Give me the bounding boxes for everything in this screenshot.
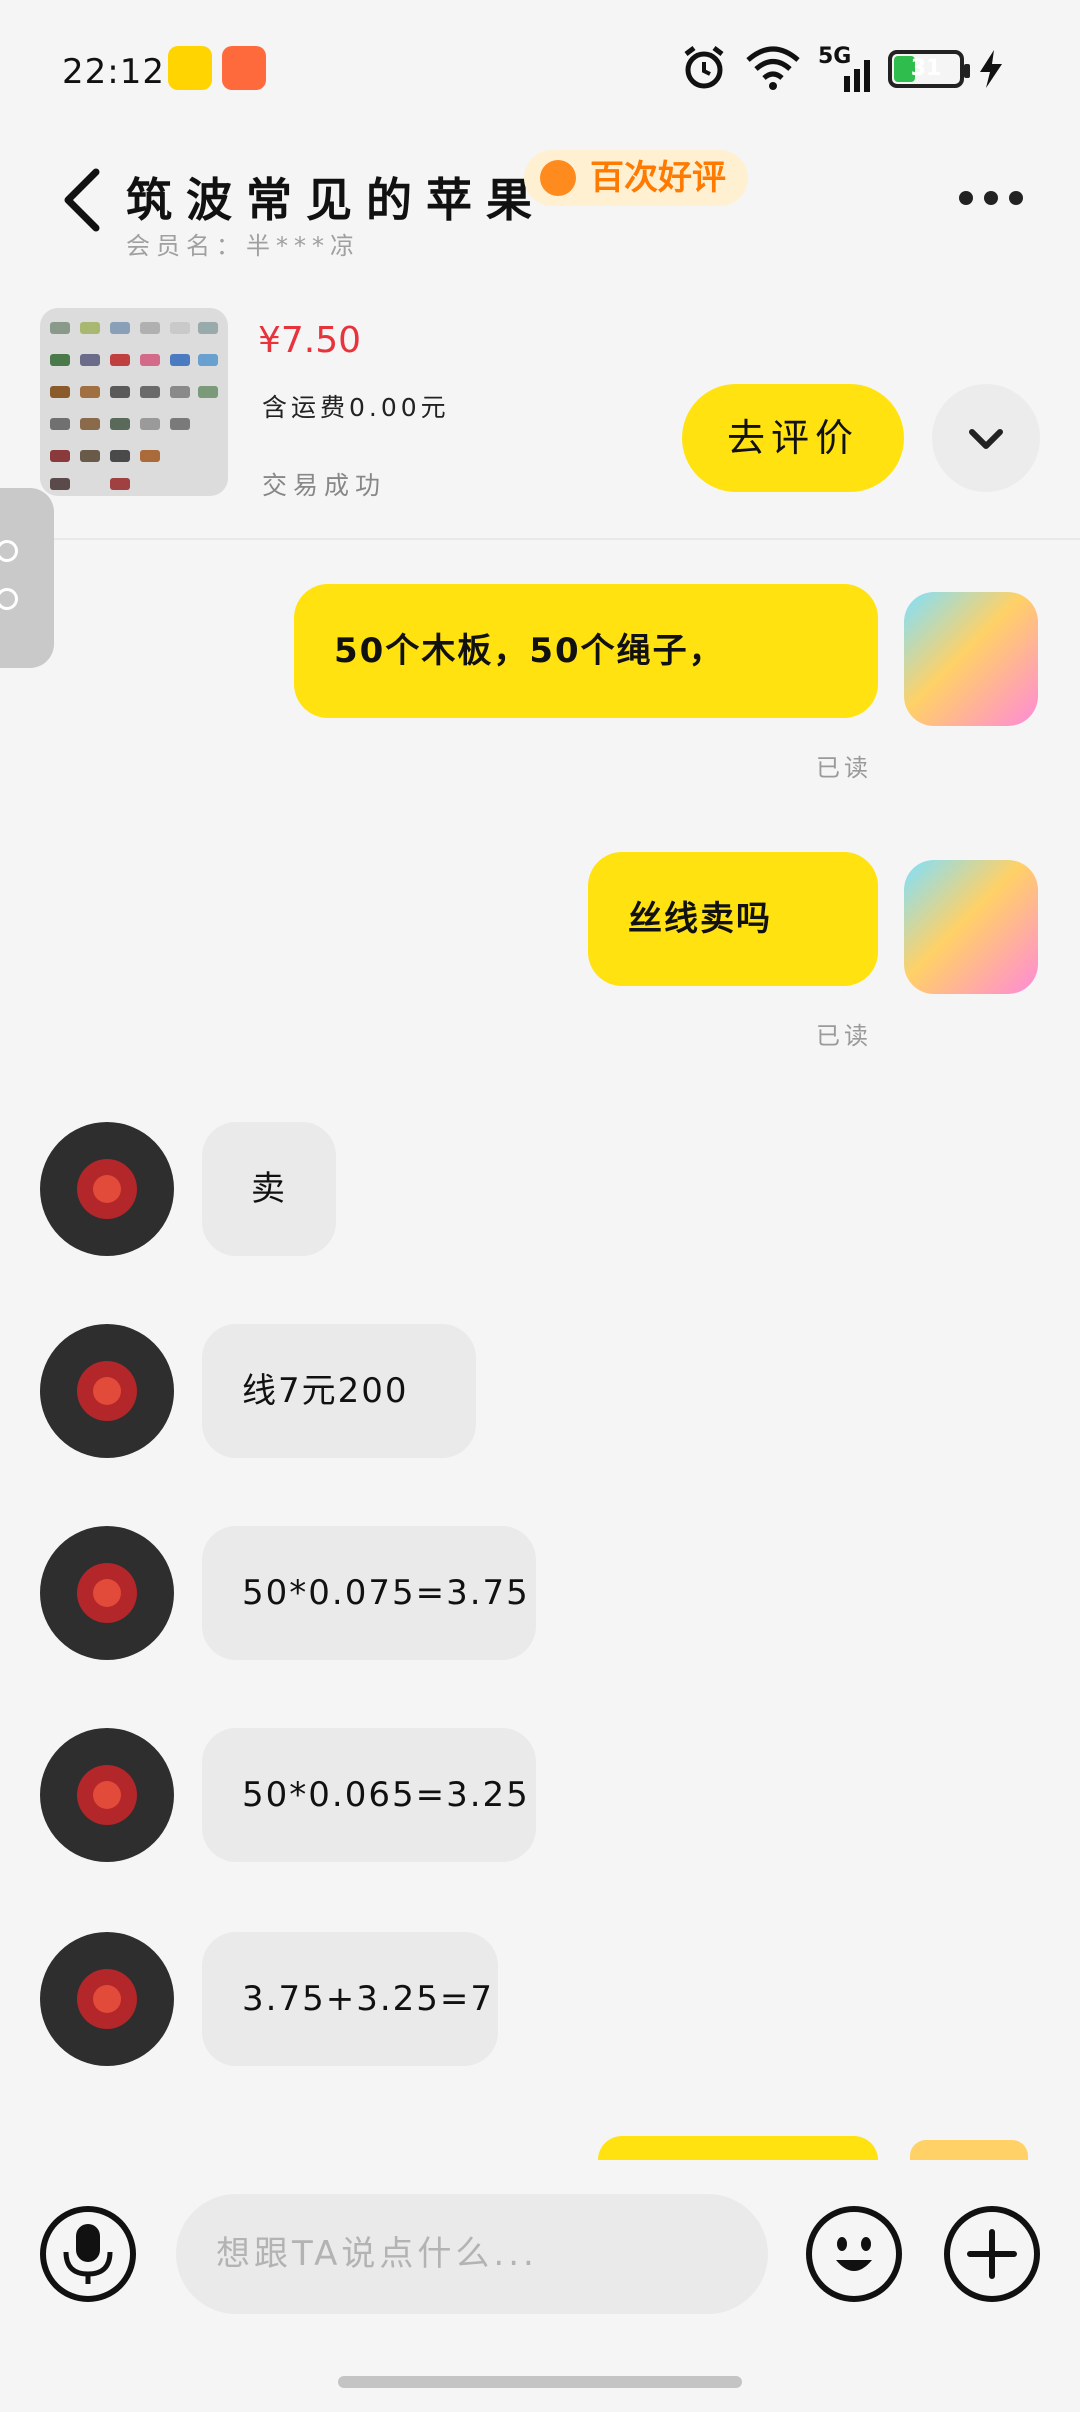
voice-button[interactable]: [40, 2206, 136, 2302]
seller-avatar[interactable]: [40, 1932, 174, 2066]
outgoing-message-bubble[interactable]: 50个木板，50个绳子，: [294, 584, 878, 718]
outgoing-message-bubble[interactable]: 丝线卖吗: [588, 852, 878, 986]
rating-badge[interactable]: 百次好评: [524, 150, 748, 206]
status-bar: 22:12 5G 31: [0, 0, 1080, 140]
my-avatar[interactable]: [904, 860, 1038, 994]
seller-avatar[interactable]: [40, 1526, 174, 1660]
my-avatar[interactable]: [910, 2140, 1028, 2160]
seller-avatar[interactable]: [40, 1728, 174, 1862]
thumbs-up-icon: [540, 160, 576, 196]
read-receipt: 已读: [816, 1022, 872, 1050]
message-text: 线7元200: [242, 1371, 409, 1411]
member-name: 会员名：半***凉: [126, 232, 360, 260]
microphone-icon: [63, 2224, 113, 2284]
status-time: 22:12: [62, 52, 165, 92]
charging-icon: [980, 50, 1002, 88]
battery-icon: 31: [888, 50, 970, 88]
incoming-message-bubble[interactable]: 线7元200: [202, 1324, 476, 1458]
incoming-message-bubble[interactable]: 3.75+3.25=7: [202, 1932, 498, 2066]
notification-app-icon: [222, 46, 266, 90]
message-input-bar: [0, 2160, 1080, 2412]
message-text: 50个木板，50个绳子，: [334, 631, 725, 671]
seller-avatar[interactable]: [40, 1324, 174, 1458]
chat-header: 筑波常见的苹果 百次好评 会员名：半***凉: [0, 140, 1080, 270]
shipping-info: 含运费0.00元: [262, 393, 450, 422]
incoming-message-bubble[interactable]: 卖: [202, 1122, 336, 1256]
battery-percent: 31: [910, 56, 942, 81]
seller-name[interactable]: 筑波常见的苹果: [126, 164, 546, 230]
deal-status: 交易成功: [262, 471, 387, 500]
read-receipt: 已读: [816, 754, 872, 782]
incoming-message-bubble[interactable]: 50*0.065=3.25: [202, 1728, 536, 1862]
emoji-button[interactable]: [806, 2206, 902, 2302]
rating-badge-label: 百次好评: [590, 158, 726, 198]
message-text: 丝线卖吗: [628, 899, 772, 939]
product-image[interactable]: [40, 308, 228, 496]
message-text: 卖: [251, 1169, 287, 1209]
emoji-icon: [836, 2237, 872, 2271]
chevron-down-icon: [969, 429, 1003, 449]
message-input[interactable]: [176, 2194, 768, 2314]
more-dots-icon[interactable]: [956, 188, 1026, 208]
wifi-icon: [746, 46, 800, 90]
alarm-icon: [684, 46, 724, 89]
my-avatar[interactable]: [904, 592, 1038, 726]
signal-icon: [844, 60, 870, 92]
message-text: 3.75+3.25=7: [242, 1979, 495, 2019]
plus-icon: [967, 2229, 1017, 2279]
message-text: 50*0.075=3.75: [242, 1573, 530, 1613]
collapse-button[interactable]: [932, 384, 1040, 492]
write-review-button[interactable]: 去评价: [682, 384, 904, 492]
back-arrow-icon[interactable]: [56, 164, 108, 236]
outgoing-message-bubble[interactable]: [598, 2136, 878, 2160]
seller-avatar[interactable]: [40, 1122, 174, 1256]
add-attachment-button[interactable]: [944, 2206, 1040, 2302]
message-text: 50*0.065=3.25: [242, 1775, 530, 1815]
incoming-message-bubble[interactable]: 50*0.075=3.75: [202, 1526, 536, 1660]
product-card[interactable]: ¥7.50 含运费0.00元 交易成功 去评价: [0, 270, 1080, 540]
product-price: ¥7.50: [258, 320, 362, 361]
floating-side-handle[interactable]: [0, 488, 54, 668]
notification-app-icon: [168, 46, 212, 90]
home-indicator[interactable]: [338, 2376, 742, 2388]
